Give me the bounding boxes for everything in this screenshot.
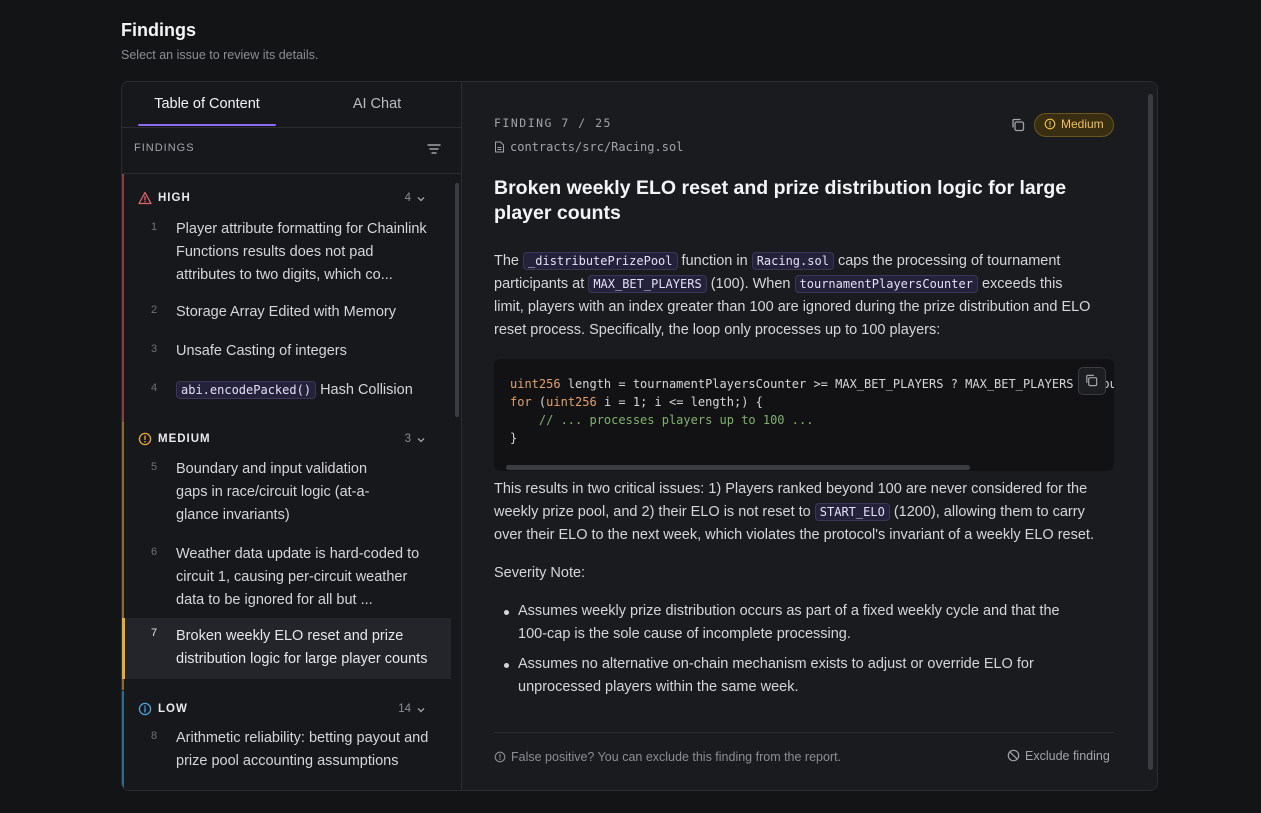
active-tab-indicator <box>138 124 276 126</box>
item-number: 8 <box>151 730 158 742</box>
tab-table-of-content[interactable]: Table of Content <box>138 82 276 127</box>
list-item-finding-6[interactable]: 6 Weather data update is hard-coded to c… <box>122 543 451 618</box>
page-title: Findings <box>121 20 196 40</box>
group-high[interactable]: HIGH 4 <box>138 189 438 209</box>
filter-icon[interactable] <box>426 141 442 157</box>
description-paragraph: The _distributePrizePool function in Rac… <box>494 252 1091 338</box>
code-line: for (uint256 i = 1; i <= length;) { <box>510 395 763 409</box>
file-path: contracts/src/Racing.sol <box>494 140 683 154</box>
code-block: uint256 length = tournamentPlayersCounte… <box>494 359 1114 471</box>
false-positive-note: False positive? You can exclude this fin… <box>494 750 841 764</box>
item-title: Broken weekly ELO reset and prize distri… <box>176 628 428 667</box>
copy-icon <box>1086 374 1098 387</box>
findings-list: HIGH 4 1 Player attribute formatting for… <box>122 173 461 790</box>
findings-panel: Table of Content AI Chat FINDINGS HIGH 4 <box>121 81 1158 791</box>
item-title: abi.encodePacked() Hash Collision <box>176 379 413 402</box>
inline-code: MAX_BET_PLAYERS <box>588 275 707 293</box>
info-circle-icon <box>138 432 152 446</box>
detail-scrollbar[interactable] <box>1148 94 1153 770</box>
info-circle-icon <box>138 702 152 716</box>
group-count: 4 <box>404 192 411 204</box>
item-title: Weather data update is hard-coded to cir… <box>176 546 420 608</box>
copy-icon[interactable] <box>1010 117 1026 133</box>
sidebar: Table of Content AI Chat FINDINGS HIGH 4 <box>122 82 462 790</box>
item-title: Boundary and input validation gaps in ra… <box>176 461 370 523</box>
list-item-finding-7-selected[interactable]: 7 Broken weekly ELO reset and prize dist… <box>122 618 451 679</box>
group-count: 3 <box>404 433 411 445</box>
group-label: MEDIUM <box>158 433 211 445</box>
finding-counter: FINDING 7 / 25 <box>494 116 612 130</box>
group-count: 14 <box>398 703 411 715</box>
item-number: 5 <box>151 461 158 473</box>
inline-code: _distributePrizePool <box>523 252 678 270</box>
sidebar-scrollbar[interactable] <box>455 183 459 417</box>
selected-indicator <box>122 618 125 679</box>
group-label: HIGH <box>158 192 191 204</box>
tab-ai-chat[interactable]: AI Chat <box>308 82 446 127</box>
group-low[interactable]: LOW 14 <box>138 700 438 720</box>
item-number: 3 <box>151 343 158 355</box>
list-item-finding-3[interactable]: 3 Unsafe Casting of integers <box>122 340 451 368</box>
list-item-finding-8[interactable]: 8 Arithmetic reliability: betting payout… <box>122 727 451 779</box>
item-number: 7 <box>151 627 158 639</box>
item-number: 6 <box>151 546 158 558</box>
bullet-dot <box>504 663 509 668</box>
list-item-finding-1[interactable]: 1 Player attribute formatting for Chainl… <box>122 218 451 293</box>
list-item-finding-4[interactable]: 4 abi.encodePacked() Hash Collision <box>122 379 451 407</box>
copy-code-button[interactable] <box>1078 367 1106 395</box>
warning-triangle-icon <box>138 191 152 205</box>
info-circle-icon <box>1044 118 1056 130</box>
list-item-finding-5[interactable]: 5 Boundary and input validation gaps in … <box>122 458 451 533</box>
exclude-finding-button[interactable]: Exclude finding <box>1007 749 1110 763</box>
severity-note-heading: Severity Note: <box>494 565 586 581</box>
chevron-down-icon <box>417 197 425 202</box>
impact-paragraph: This results in two critical issues: 1) … <box>494 481 1094 543</box>
file-icon <box>495 141 504 153</box>
bullet-dot <box>504 610 509 615</box>
tab-bar: Table of Content AI Chat <box>122 82 461 128</box>
list-item-finding-2[interactable]: 2 Storage Array Edited with Memory <box>122 301 451 329</box>
group-label: LOW <box>158 703 188 715</box>
inline-code: abi.encodePacked() <box>176 381 317 399</box>
item-number: 1 <box>151 221 158 233</box>
code-comment: // ... processes players up to 100 ... <box>510 413 814 427</box>
finding-title: Broken weekly ELO reset and prize distri… <box>494 177 1067 224</box>
page-subtitle: Select an issue to review its details. <box>121 48 319 62</box>
code-horizontal-scrollbar[interactable] <box>506 465 970 470</box>
chevron-down-icon <box>417 438 425 443</box>
divider <box>494 732 1114 733</box>
inline-code: tournamentPlayersCounter <box>794 275 978 293</box>
ban-icon <box>1007 749 1020 762</box>
item-title: Arithmetic reliability: betting payout a… <box>176 730 429 769</box>
chevron-down-icon <box>417 708 425 713</box>
findings-header: FINDINGS <box>134 142 195 154</box>
item-number: 2 <box>151 304 158 316</box>
code-line: } <box>510 431 518 445</box>
inline-code: Racing.sol <box>751 252 834 270</box>
severity-badge: Medium <box>1034 113 1114 137</box>
item-title: Storage Array Edited with Memory <box>176 304 397 320</box>
item-title: Unsafe Casting of integers <box>176 343 347 359</box>
group-medium[interactable]: MEDIUM 3 <box>138 430 438 450</box>
item-number: 4 <box>151 382 158 394</box>
info-circle-icon <box>494 751 506 763</box>
inline-code: START_ELO <box>814 503 890 521</box>
finding-detail: FINDING 7 / 25 contracts/src/Racing.sol … <box>462 82 1157 790</box>
code-line: uint256 length = tournamentPlayersCounte… <box>510 377 1114 391</box>
item-title: Player attribute formatting for Chainlin… <box>176 221 427 283</box>
